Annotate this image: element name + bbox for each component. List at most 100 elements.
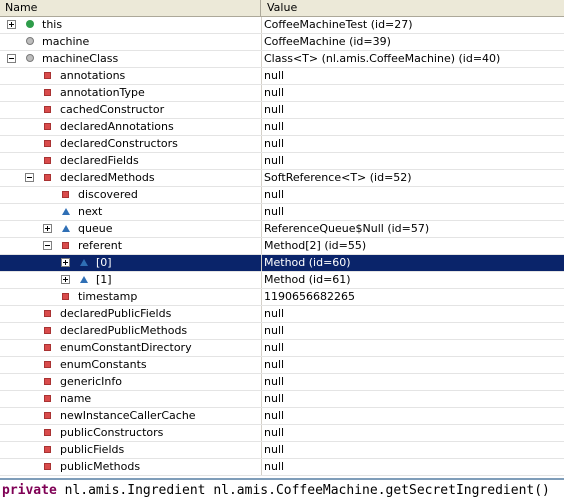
expand-icon[interactable] <box>43 224 52 233</box>
tree-row[interactable]: declaredConstructors null <box>0 136 564 153</box>
variable-name: referent <box>78 239 123 252</box>
tree-row[interactable]: declaredMethods SoftReference<T> (id=52) <box>0 170 564 187</box>
tree-row[interactable]: enumConstants null <box>0 357 564 374</box>
variable-name: timestamp <box>78 290 138 303</box>
tree-row[interactable]: declaredFields null <box>0 153 564 170</box>
name-cell: declaredConstructors <box>0 136 262 152</box>
private-field-icon <box>44 89 51 96</box>
expand-icon[interactable] <box>61 275 70 284</box>
private-field-icon <box>44 123 51 130</box>
variable-value: null <box>264 426 285 439</box>
expand-icon[interactable] <box>7 20 16 29</box>
tree-row[interactable]: timestamp 1190656682265 <box>0 289 564 306</box>
variable-name: declaredFields <box>60 154 139 167</box>
tree-row[interactable]: referent Method[2] (id=55) <box>0 238 564 255</box>
detail-signature: nl.amis.Ingredient nl.amis.CoffeeMachine… <box>56 483 550 498</box>
collapse-icon[interactable] <box>25 173 34 182</box>
private-field-icon <box>44 106 51 113</box>
tree-row[interactable]: declaredPublicMethods null <box>0 323 564 340</box>
variable-name: declaredAnnotations <box>60 120 174 133</box>
variable-value: null <box>264 375 285 388</box>
tree-row[interactable]: [1] Method (id=61) <box>0 272 564 289</box>
tree-row[interactable]: [0] Method (id=60) <box>0 255 564 272</box>
variable-name: [0] <box>96 256 112 269</box>
expand-icon[interactable] <box>61 258 70 267</box>
variable-name: annotations <box>60 69 126 82</box>
tree-row[interactable]: annotationType null <box>0 85 564 102</box>
name-cell: declaredPublicFields <box>0 306 262 322</box>
variable-value: null <box>264 137 285 150</box>
name-cell: annotations <box>0 68 262 84</box>
private-field-icon <box>44 72 51 79</box>
variable-value: null <box>264 443 285 456</box>
variable-name: declaredPublicFields <box>60 307 172 320</box>
name-cell: next <box>0 204 262 220</box>
tree-row[interactable]: discovered null <box>0 187 564 204</box>
variable-name: discovered <box>78 188 138 201</box>
variable-value: null <box>264 409 285 422</box>
name-cell: declaredMethods <box>0 170 262 186</box>
variable-value: null <box>264 324 285 337</box>
name-cell: [0] <box>0 255 262 271</box>
tree-row[interactable]: next null <box>0 204 564 221</box>
tree-row[interactable]: enumConstantDirectory null <box>0 340 564 357</box>
tree-row[interactable]: this CoffeeMachineTest (id=27) <box>0 17 564 34</box>
name-cell: name <box>0 391 262 407</box>
variable-value: null <box>264 154 285 167</box>
variable-value: null <box>264 86 285 99</box>
variable-name: [1] <box>96 273 112 286</box>
collapse-icon[interactable] <box>7 54 16 63</box>
tree-row[interactable]: publicConstructors null <box>0 425 564 442</box>
variable-value: CoffeeMachineTest (id=27) <box>264 18 413 31</box>
variable-name: next <box>78 205 103 218</box>
tree-row[interactable]: declaredAnnotations null <box>0 119 564 136</box>
name-cell: this <box>0 17 262 33</box>
variable-name: queue <box>78 222 113 235</box>
tree-row[interactable]: declaredPublicFields null <box>0 306 564 323</box>
private-field-icon <box>44 327 51 334</box>
collapse-icon[interactable] <box>43 241 52 250</box>
variable-value: null <box>264 188 285 201</box>
private-field-icon <box>44 157 51 164</box>
local-variable-icon <box>26 20 34 28</box>
variable-value: null <box>264 103 285 116</box>
variable-value: null <box>264 205 285 218</box>
private-field-icon <box>44 310 51 317</box>
column-header-name[interactable]: Name <box>0 0 261 16</box>
tree-row[interactable]: machine CoffeeMachine (id=39) <box>0 34 564 51</box>
name-cell: machine <box>0 34 262 50</box>
tree-row[interactable]: publicFields null <box>0 442 564 459</box>
variable-value: null <box>264 392 285 405</box>
variable-name: declaredConstructors <box>60 137 178 150</box>
variable-value: 1190656682265 <box>264 290 355 303</box>
tree-row[interactable]: machineClass Class<T> (nl.amis.CoffeeMach… <box>0 51 564 68</box>
tree-row[interactable]: genericInfo null <box>0 374 564 391</box>
name-cell: declaredFields <box>0 153 262 169</box>
name-cell: discovered <box>0 187 262 203</box>
variable-name: publicMethods <box>60 460 141 473</box>
private-field-icon <box>44 361 51 368</box>
object-field-icon <box>26 54 34 62</box>
variable-name: enumConstants <box>60 358 147 371</box>
private-field-icon <box>44 446 51 453</box>
name-cell: annotationType <box>0 85 262 101</box>
name-cell: publicMethods <box>0 459 262 475</box>
variable-value: null <box>264 120 285 133</box>
column-header-value[interactable]: Value <box>262 0 564 16</box>
variable-value: null <box>264 307 285 320</box>
tree-row[interactable]: annotations null <box>0 68 564 85</box>
variable-name: newInstanceCallerCache <box>60 409 196 422</box>
name-cell: genericInfo <box>0 374 262 390</box>
tree-row[interactable]: cachedConstructor null <box>0 102 564 119</box>
detail-pane[interactable]: private nl.amis.Ingredient nl.amis.Coffe… <box>0 478 564 502</box>
tree-row[interactable]: name null <box>0 391 564 408</box>
tree-row[interactable]: newInstanceCallerCache null <box>0 408 564 425</box>
variable-name: cachedConstructor <box>60 103 165 116</box>
protected-field-icon <box>80 276 88 283</box>
variable-name: this <box>42 18 63 31</box>
name-cell: referent <box>0 238 262 254</box>
variable-name: machine <box>42 35 90 48</box>
variable-value: CoffeeMachine (id=39) <box>264 35 391 48</box>
tree-row[interactable]: publicMethods null <box>0 459 564 476</box>
tree-row[interactable]: queue ReferenceQueue$Null (id=57) <box>0 221 564 238</box>
